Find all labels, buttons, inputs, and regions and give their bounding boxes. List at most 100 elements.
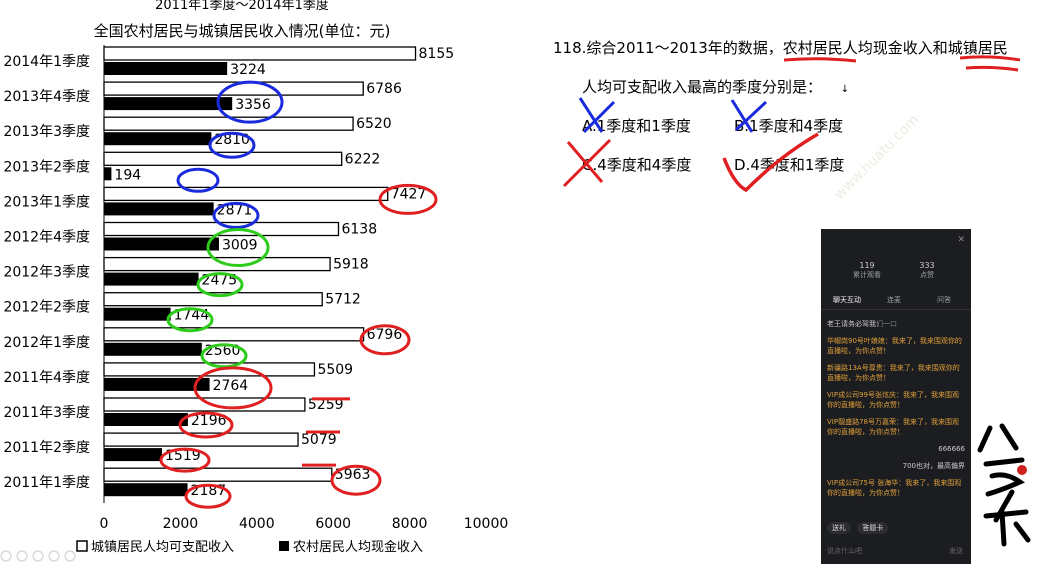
bar-rural: [104, 483, 188, 497]
bar-rural: [104, 448, 163, 462]
chat-message: 华帽岗90号叶娘娘：我来了，我来围观你的直播啦，为你点赞！: [827, 337, 962, 355]
x-tick-label: 4000: [239, 516, 275, 532]
chat-message: 666666: [938, 445, 965, 453]
stat-views-number: 119: [859, 261, 875, 270]
category-label: 2013年3季度: [3, 124, 90, 140]
question-prefix: 118.综合2011～2013年的数据，: [553, 39, 783, 57]
data-label-urban: 5918: [333, 257, 369, 273]
underline-rural: [783, 57, 857, 63]
data-label-urban: 6222: [345, 151, 381, 167]
bar-urban: [103, 46, 417, 61]
tab-chat[interactable]: 聊天互动: [833, 295, 861, 305]
x-tick-label: 10000: [464, 516, 509, 532]
chat-text: 们一口: [876, 320, 897, 328]
send-button[interactable]: 发送: [949, 546, 963, 556]
category-label: 2013年2季度: [3, 159, 90, 175]
brand-logo: [977, 423, 1031, 547]
category-label: 2011年4季度: [3, 370, 90, 386]
watermark: www.huatu.com: [832, 112, 923, 203]
option-d-label: D.4季度和1季度: [734, 156, 845, 174]
answer-card-button[interactable]: 答题卡: [857, 522, 889, 534]
bar-rural: [104, 237, 219, 251]
option-a[interactable]: A.1季度和1季度: [582, 115, 691, 136]
panel-actions: 送礼 答题卡: [827, 522, 965, 534]
bar-rural: [104, 132, 212, 146]
data-label-rural: 3356: [235, 97, 271, 113]
stat-likes-number: 333: [919, 261, 935, 270]
bar-rural: [104, 342, 202, 356]
chat-messages: 老王请务必驾我们一口 华帽岗90号叶娘娘：我来了，我来围观你的直播啦，为你点赞！…: [827, 319, 965, 505]
legend-label-urban: 城镇居民人均可支配收入: [91, 540, 234, 555]
control-icon[interactable]: [64, 550, 76, 562]
category-label: 2013年1季度: [3, 194, 90, 210]
data-label-urban: 5712: [325, 292, 361, 308]
option-b[interactable]: B.1季度和4季度: [734, 115, 843, 136]
chart-subtitle: 全国农村居民与城镇居民收入情况(单位：元): [94, 22, 391, 40]
data-label-urban: 6138: [341, 222, 377, 238]
data-label-rural: 2764: [213, 378, 249, 394]
question-underlined-1: 农村居民人均现金收入: [782, 39, 933, 57]
control-icon[interactable]: [32, 550, 44, 562]
bar-urban: [103, 151, 343, 166]
category-label: 2011年3季度: [3, 405, 90, 421]
stat-views: 119 累计观看: [837, 261, 897, 280]
chat-user: 老王请务必驾我: [827, 320, 876, 328]
bar-rural: [104, 97, 233, 111]
question-underlined-2: 城镇居民: [947, 39, 1008, 57]
option-c[interactable]: C.4季度和4季度: [582, 154, 691, 175]
data-label-urban: 7427: [391, 186, 427, 202]
x-tick-label: 8000: [392, 516, 428, 532]
bar-rural: [104, 307, 171, 321]
category-label: 2014年1季度: [3, 54, 90, 70]
logo-seal: [1017, 465, 1027, 475]
tab-qa[interactable]: 问答: [937, 295, 951, 305]
data-label-urban: 5079: [301, 432, 337, 448]
legend-label-rural: 农村居民人均现金收入: [293, 539, 423, 555]
chat-message: 新疆路13A号尊贵：我来了，我来围观你的直播啦，为你点赞！: [827, 364, 960, 382]
bar-urban: [103, 116, 354, 131]
x-tick-label: 0: [100, 516, 109, 532]
chat-message: VIP成公司99号张炫庆：我来了，我来围观你的直播啦，为你点赞！: [827, 391, 959, 409]
chart-title: 2011年1季度～2014年1季度: [155, 0, 329, 13]
chat-message: 700也对，最高偏界: [902, 462, 965, 470]
category-label: 2012年3季度: [3, 265, 90, 281]
category-label: 2012年4季度: [3, 230, 90, 246]
option-c-label: C.4季度和4季度: [582, 156, 692, 174]
data-label-urban: 6786: [366, 81, 402, 97]
option-b-label: B.1季度和4季度: [734, 117, 844, 135]
bar-urban: [103, 467, 333, 482]
x-tick-label: 2000: [163, 516, 199, 532]
category-label: 2012年2季度: [3, 300, 90, 316]
bar-rural: [104, 202, 214, 216]
data-label-rural: 3009: [222, 238, 258, 254]
control-icon[interactable]: [0, 550, 12, 562]
stat-views-label: 累计观看: [853, 271, 881, 279]
data-label-urban: 8155: [419, 46, 455, 62]
category-label: 2011年2季度: [3, 440, 90, 456]
x-axis-ticks: 0 2000 4000 6000 8000 10000: [100, 516, 509, 532]
bar-urban: [103, 432, 299, 447]
option-d[interactable]: D.4季度和1季度: [734, 154, 844, 175]
question-mid: 和: [932, 39, 948, 57]
category-label: 2012年1季度: [3, 335, 90, 351]
bar-rural: [104, 413, 188, 426]
bar-urban: [103, 186, 389, 202]
category-label: 2011年1季度: [3, 475, 90, 491]
cursor-icon: ↓: [840, 84, 850, 95]
data-label-urban: 5509: [317, 362, 353, 378]
live-chat-panel: ✕ 119 累计观看 333 点赞 聊天互动 连麦 问答 老王请务必驾我们一口 …: [821, 229, 971, 564]
data-label-rural: 194: [114, 167, 141, 183]
tab-mic[interactable]: 连麦: [887, 295, 901, 305]
control-icon[interactable]: [48, 550, 60, 562]
player-controls: [0, 550, 76, 562]
logo-brush-strokes: [977, 423, 1031, 547]
gift-button[interactable]: 送礼: [827, 522, 851, 534]
chat-message: 老王请务必驾我们一口: [827, 319, 965, 329]
control-icon[interactable]: [16, 550, 28, 562]
legend-swatch-rural: [279, 541, 289, 551]
chat-message: VIP成公司75号 张海华：我来了，我来围观你的直播啦，为你点赞！: [827, 479, 962, 497]
category-label: 2013年4季度: [3, 89, 90, 105]
chat-input[interactable]: 说点什么吧: [827, 546, 862, 556]
close-icon[interactable]: ✕: [957, 235, 965, 245]
question-line-2: 人均可支配收入最高的季度分别是： ↓: [582, 76, 849, 97]
